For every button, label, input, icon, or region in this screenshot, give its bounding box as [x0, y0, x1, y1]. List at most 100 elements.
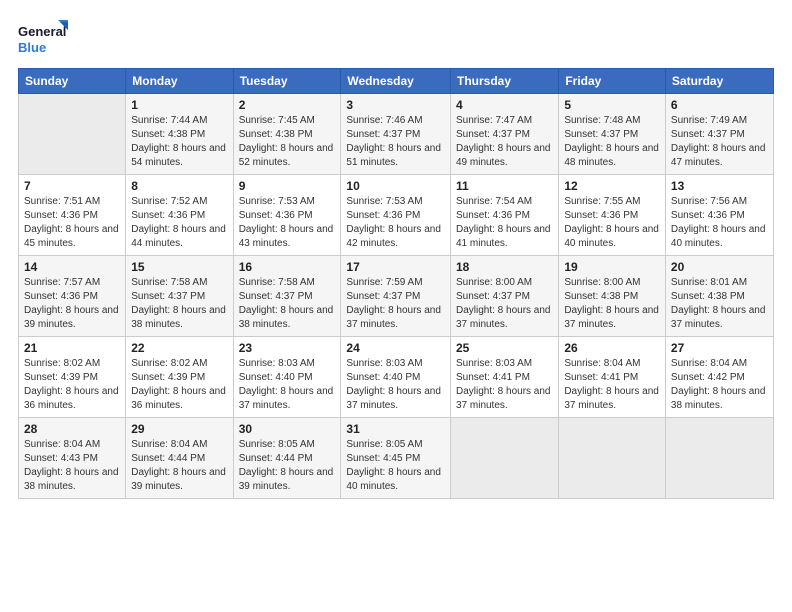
- day-info: Sunrise: 8:02 AMSunset: 4:39 PMDaylight:…: [24, 357, 120, 413]
- day-cell: 5Sunrise: 7:48 AMSunset: 4:37 PMDaylight…: [559, 94, 666, 175]
- day-cell: 2Sunrise: 7:45 AMSunset: 4:38 PMDaylight…: [233, 94, 341, 175]
- day-number: 18: [456, 260, 553, 274]
- day-info: Sunrise: 8:01 AMSunset: 4:38 PMDaylight:…: [671, 276, 768, 332]
- day-number: 22: [131, 341, 227, 355]
- day-number: 16: [239, 260, 336, 274]
- day-number: 24: [346, 341, 445, 355]
- day-info: Sunrise: 7:54 AMSunset: 4:36 PMDaylight:…: [456, 195, 553, 251]
- day-cell: 20 Sunrise: 8:01 AMSunset: 4:38 PMDayligh…: [665, 256, 773, 337]
- day-cell: 19Sunrise: 8:00 AMSunset: 4:38 PMDayligh…: [559, 256, 666, 337]
- day-cell: 24 Sunrise: 8:03 AMSunset: 4:40 PMDayligh…: [341, 337, 451, 418]
- day-number: 9: [239, 179, 336, 193]
- day-cell: 14 Sunrise: 7:57 AMSunset: 4:36 PMDayligh…: [19, 256, 126, 337]
- day-info: Sunrise: 8:05 AMSunset: 4:45 PMDaylight:…: [346, 438, 445, 494]
- day-info: Sunrise: 8:04 AMSunset: 4:44 PMDaylight:…: [131, 438, 227, 494]
- day-number: 7: [24, 179, 120, 193]
- day-number: 20: [671, 260, 768, 274]
- day-info: Sunrise: 7:46 AMSunset: 4:37 PMDaylight:…: [346, 114, 445, 170]
- day-info: Sunrise: 7:58 AMSunset: 4:37 PMDaylight:…: [239, 276, 336, 332]
- col-header-sunday: Sunday: [19, 69, 126, 94]
- day-cell: 25 Sunrise: 8:03 AMSunset: 4:41 PMDayligh…: [450, 337, 558, 418]
- day-info: Sunrise: 8:03 AMSunset: 4:40 PMDaylight:…: [346, 357, 445, 413]
- day-cell: 31 Sunrise: 8:05 AMSunset: 4:45 PMDayligh…: [341, 418, 451, 499]
- day-info: Sunrise: 7:53 AMSunset: 4:36 PMDaylight:…: [239, 195, 336, 251]
- day-number: 19: [564, 260, 660, 274]
- day-info: Sunrise: 8:04 AMSunset: 4:43 PMDaylight:…: [24, 438, 120, 494]
- day-cell: 18 Sunrise: 8:00 AMSunset: 4:37 PMDayligh…: [450, 256, 558, 337]
- day-cell: 13 Sunrise: 7:56 AMSunset: 4:36 PMDayligh…: [665, 175, 773, 256]
- day-number: 15: [131, 260, 227, 274]
- header: General Blue: [18, 18, 774, 60]
- col-header-wednesday: Wednesday: [341, 69, 451, 94]
- day-cell: 9 Sunrise: 7:53 AMSunset: 4:36 PMDaylight…: [233, 175, 341, 256]
- day-info: Sunrise: 8:02 AMSunset: 4:39 PMDaylight:…: [131, 357, 227, 413]
- day-number: 12: [564, 179, 660, 193]
- day-info: Sunrise: 7:48 AMSunset: 4:37 PMDaylight:…: [564, 114, 660, 170]
- day-info: Sunrise: 8:04 AMSunset: 4:42 PMDaylight:…: [671, 357, 768, 413]
- day-cell: 12 Sunrise: 7:55 AMSunset: 4:36 PMDayligh…: [559, 175, 666, 256]
- day-cell: 23Sunrise: 8:03 AMSunset: 4:40 PMDayligh…: [233, 337, 341, 418]
- day-cell: 4Sunrise: 7:47 AMSunset: 4:37 PMDaylight…: [450, 94, 558, 175]
- day-number: 31: [346, 422, 445, 436]
- day-info: Sunrise: 7:53 AMSunset: 4:36 PMDaylight:…: [346, 195, 445, 251]
- day-cell: 27 Sunrise: 8:04 AMSunset: 4:42 PMDayligh…: [665, 337, 773, 418]
- day-cell: 11 Sunrise: 7:54 AMSunset: 4:36 PMDayligh…: [450, 175, 558, 256]
- day-info: Sunrise: 7:55 AMSunset: 4:36 PMDaylight:…: [564, 195, 660, 251]
- day-number: 1: [131, 98, 227, 112]
- week-row-5: 28 Sunrise: 8:04 AMSunset: 4:43 PMDayligh…: [19, 418, 774, 499]
- col-header-tuesday: Tuesday: [233, 69, 341, 94]
- day-cell: [19, 94, 126, 175]
- day-cell: 7 Sunrise: 7:51 AMSunset: 4:36 PMDaylight…: [19, 175, 126, 256]
- day-info: Sunrise: 8:05 AMSunset: 4:44 PMDaylight:…: [239, 438, 336, 494]
- day-info: Sunrise: 7:57 AMSunset: 4:36 PMDaylight:…: [24, 276, 120, 332]
- week-row-3: 14 Sunrise: 7:57 AMSunset: 4:36 PMDayligh…: [19, 256, 774, 337]
- day-number: 25: [456, 341, 553, 355]
- day-cell: 21 Sunrise: 8:02 AMSunset: 4:39 PMDayligh…: [19, 337, 126, 418]
- day-number: 27: [671, 341, 768, 355]
- day-cell: [450, 418, 558, 499]
- day-number: 26: [564, 341, 660, 355]
- day-cell: 8Sunrise: 7:52 AMSunset: 4:36 PMDaylight…: [126, 175, 233, 256]
- day-info: Sunrise: 7:44 AMSunset: 4:38 PMDaylight:…: [131, 114, 227, 170]
- col-header-saturday: Saturday: [665, 69, 773, 94]
- day-info: Sunrise: 8:00 AMSunset: 4:37 PMDaylight:…: [456, 276, 553, 332]
- day-number: 11: [456, 179, 553, 193]
- day-number: 10: [346, 179, 445, 193]
- logo: General Blue: [18, 18, 68, 60]
- svg-text:Blue: Blue: [18, 40, 46, 55]
- day-cell: 26 Sunrise: 8:04 AMSunset: 4:41 PMDayligh…: [559, 337, 666, 418]
- page: General Blue SundayMondayTuesdayWednesda…: [0, 0, 792, 612]
- day-info: Sunrise: 7:49 AMSunset: 4:37 PMDaylight:…: [671, 114, 768, 170]
- day-cell: 29 Sunrise: 8:04 AMSunset: 4:44 PMDayligh…: [126, 418, 233, 499]
- day-cell: 10 Sunrise: 7:53 AMSunset: 4:36 PMDayligh…: [341, 175, 451, 256]
- day-info: Sunrise: 7:52 AMSunset: 4:36 PMDaylight:…: [131, 195, 227, 251]
- calendar-table: SundayMondayTuesdayWednesdayThursdayFrid…: [18, 68, 774, 499]
- day-info: Sunrise: 7:56 AMSunset: 4:36 PMDaylight:…: [671, 195, 768, 251]
- day-cell: [665, 418, 773, 499]
- day-number: 14: [24, 260, 120, 274]
- day-cell: 17Sunrise: 7:59 AMSunset: 4:37 PMDayligh…: [341, 256, 451, 337]
- logo-svg: General Blue: [18, 18, 68, 60]
- day-cell: 1 Sunrise: 7:44 AMSunset: 4:38 PMDaylight…: [126, 94, 233, 175]
- day-cell: 6 Sunrise: 7:49 AMSunset: 4:37 PMDaylight…: [665, 94, 773, 175]
- day-info: Sunrise: 8:03 AMSunset: 4:41 PMDaylight:…: [456, 357, 553, 413]
- week-row-1: 1 Sunrise: 7:44 AMSunset: 4:38 PMDaylight…: [19, 94, 774, 175]
- day-cell: 16 Sunrise: 7:58 AMSunset: 4:37 PMDayligh…: [233, 256, 341, 337]
- day-info: Sunrise: 8:04 AMSunset: 4:41 PMDaylight:…: [564, 357, 660, 413]
- day-number: 30: [239, 422, 336, 436]
- day-number: 3: [346, 98, 445, 112]
- day-number: 21: [24, 341, 120, 355]
- day-number: 28: [24, 422, 120, 436]
- day-number: 17: [346, 260, 445, 274]
- day-info: Sunrise: 7:51 AMSunset: 4:36 PMDaylight:…: [24, 195, 120, 251]
- day-number: 6: [671, 98, 768, 112]
- day-cell: 28 Sunrise: 8:04 AMSunset: 4:43 PMDayligh…: [19, 418, 126, 499]
- week-row-4: 21 Sunrise: 8:02 AMSunset: 4:39 PMDayligh…: [19, 337, 774, 418]
- day-number: 23: [239, 341, 336, 355]
- day-number: 4: [456, 98, 553, 112]
- day-number: 29: [131, 422, 227, 436]
- day-number: 13: [671, 179, 768, 193]
- col-header-thursday: Thursday: [450, 69, 558, 94]
- header-row: SundayMondayTuesdayWednesdayThursdayFrid…: [19, 69, 774, 94]
- svg-text:General: General: [18, 24, 66, 39]
